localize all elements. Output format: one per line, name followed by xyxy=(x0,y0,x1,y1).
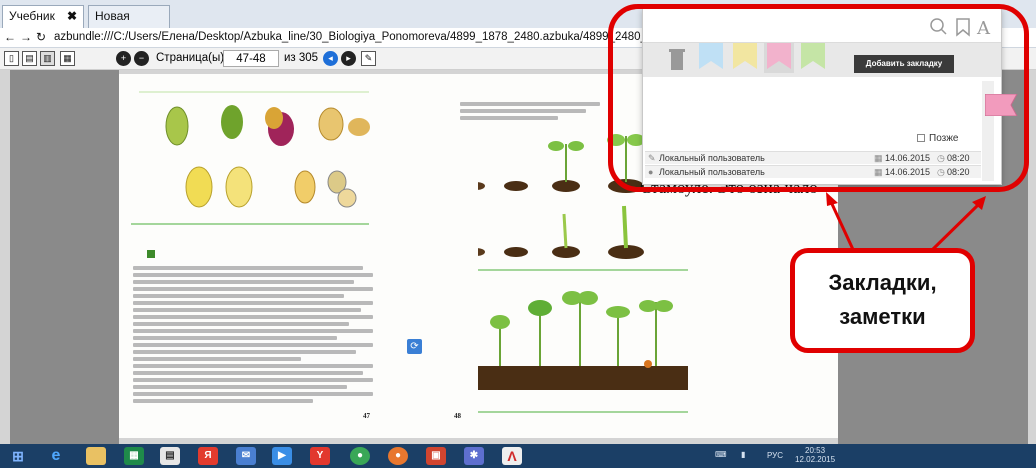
forward-icon[interactable]: → xyxy=(20,30,36,44)
page-label: Страница(ы) xyxy=(156,52,225,64)
single-page-icon[interactable]: ▯ xyxy=(4,51,19,66)
book-page-left: 47 xyxy=(119,74,478,438)
zoom-in-icon[interactable]: + xyxy=(116,51,131,66)
mail-icon[interactable]: ✉ xyxy=(236,447,256,465)
tab-textbook[interactable]: Учебник ✖ xyxy=(2,5,84,28)
screenshot-root: Учебник ✖ Новая вкладка ←→↻ azbundle:///… xyxy=(0,0,1036,468)
sync-icon[interactable]: ⟳ xyxy=(407,339,422,354)
prev-page-icon[interactable]: ◂ xyxy=(323,51,338,66)
callout-highlight-frame xyxy=(608,4,1029,192)
app-icon[interactable]: ▦ xyxy=(124,447,144,465)
doc-margin-left xyxy=(10,70,119,444)
calc-icon[interactable]: ▤ xyxy=(160,447,180,465)
page-total: из 305 xyxy=(284,52,319,64)
yandex-browser-icon[interactable]: Y xyxy=(310,447,330,465)
navigation-buttons[interactable]: ←→↻ xyxy=(4,28,54,47)
page-input[interactable] xyxy=(223,50,279,67)
explorer-icon[interactable] xyxy=(86,447,106,465)
back-icon[interactable]: ← xyxy=(4,30,20,44)
windows-start-icon[interactable]: ⊞ xyxy=(8,447,28,465)
left-page-text xyxy=(133,266,373,406)
book-view-icon[interactable]: ▦ xyxy=(60,51,75,66)
page-number-right: 48 xyxy=(454,412,461,420)
two-page-icon[interactable]: ▥ xyxy=(40,51,55,66)
next-page-icon[interactable]: ▸ xyxy=(341,51,356,66)
windows-taskbar: ⊞ e ▦ ▤ Я ✉ ▶ Y ● ● ▣ ✱ Λ ⌨ ▮ РУС 20:53 … xyxy=(0,444,1036,468)
page-view-icon[interactable]: ▤ xyxy=(22,51,37,66)
tool-icon[interactable]: ✱ xyxy=(464,447,484,465)
zoom-out-icon[interactable]: − xyxy=(134,51,149,66)
yandex-icon[interactable]: Я xyxy=(198,447,218,465)
tab-new[interactable]: Новая вкладка xyxy=(88,5,170,44)
callout-line-2: заметки xyxy=(839,304,926,329)
media-icon[interactable]: ▶ xyxy=(272,447,292,465)
url-field[interactable]: azbundle:///C:/Users/Елена/Desktop/Azbuk… xyxy=(54,28,660,47)
system-clock[interactable]: 20:53 12.02.2015 xyxy=(795,446,835,464)
keyboard-icon[interactable]: ⌨ xyxy=(715,450,727,459)
tab-label: Учебник xyxy=(9,9,55,23)
pdf-icon[interactable]: ▣ xyxy=(426,447,446,465)
firefox-icon[interactable]: ● xyxy=(388,447,408,465)
page-number-left: 47 xyxy=(363,412,370,420)
ie-icon[interactable]: e xyxy=(46,447,66,465)
language-indicator[interactable]: РУС xyxy=(767,451,783,460)
network-icon[interactable]: ▮ xyxy=(741,450,745,459)
clock-time: 20:53 xyxy=(805,446,826,455)
edit-icon[interactable]: ✎ xyxy=(361,51,376,66)
tab-close-icon[interactable]: ✖ xyxy=(67,6,77,27)
callout-line-1: Закладки, xyxy=(828,270,937,295)
callout-label: Закладки, заметки xyxy=(790,248,975,353)
reload-icon[interactable]: ↻ xyxy=(36,30,50,44)
azbuka-icon[interactable]: Λ xyxy=(502,447,522,465)
chrome-icon[interactable]: ● xyxy=(350,447,370,465)
clock-date: 12.02.2015 xyxy=(795,455,836,464)
right-page-text-top xyxy=(460,102,600,123)
